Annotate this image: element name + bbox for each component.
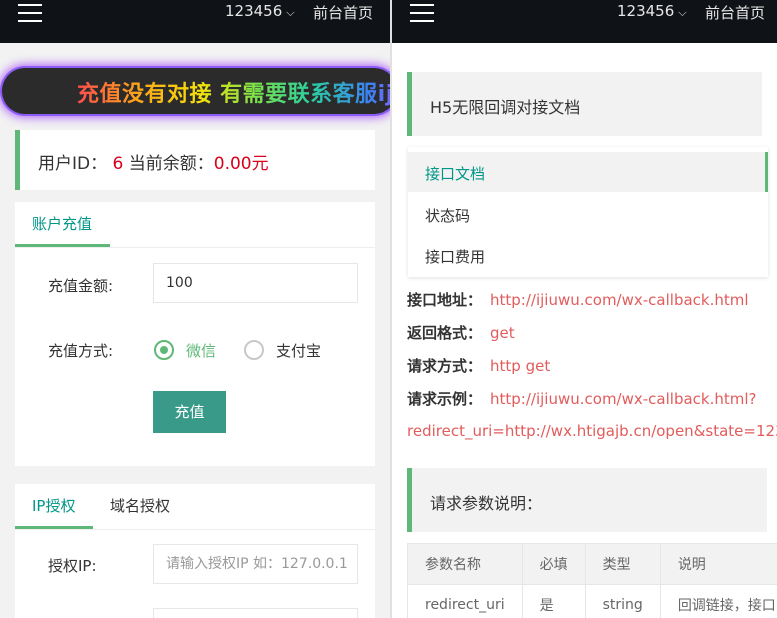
params-title-block: 请求参数说明： [407, 468, 767, 532]
radio-unchecked-icon [244, 340, 264, 360]
radio-checked-icon [154, 340, 174, 360]
request-example-continued: redirect_uri=http://wx.htigajb.cn/open&s… [407, 422, 777, 440]
announcement-marquee: 充值没有对接 有需要联系客服iji [2, 68, 390, 114]
menu-item-label: 状态码 [425, 207, 471, 225]
home-link[interactable]: 前台首页 [313, 2, 373, 23]
cell-required: 是 [521, 584, 586, 618]
balance-value: 0.00元 [213, 154, 269, 174]
left-panel: 123456 ⌵ 前台首页 充值没有对接 有需要联系客服iji 用户ID： 6 当… [0, 0, 390, 618]
request-example-row: 请求示例： http://ijiuwu.com/wx-callback.html? [407, 388, 757, 409]
top-bar: 123456 ⌵ 前台首页 [392, 0, 777, 43]
table-header-row: 参数名称 必填 类型 说明 [407, 543, 777, 585]
cell-name: redirect_uri [407, 584, 523, 618]
params-table: 参数名称 必填 类型 说明 redirect_uri 是 string 回调链接… [407, 543, 777, 618]
auth-card: IP授权 域名授权 授权IP: 请输入授权IP 如：127.0.0.1 [15, 484, 375, 618]
auth-second-input[interactable] [153, 608, 358, 618]
request-example-label: 请求示例： [407, 390, 483, 408]
right-panel: 123456 ⌵ 前台首页 H5无限回调对接文档 接口文档 状态码 接口费用 接口… [392, 0, 777, 618]
tab-active-indicator [15, 526, 93, 529]
doc-title-block: H5无限回调对接文档 [407, 72, 762, 136]
tab-active-indicator [15, 244, 110, 247]
recharge-button[interactable]: 充值 [153, 391, 226, 433]
cell-desc: 回调链接，接口 [659, 584, 777, 618]
request-example-value: http://ijiuwu.com/wx-callback.html? [490, 390, 757, 408]
home-link[interactable]: 前台首页 [705, 2, 765, 23]
amount-input[interactable]: 100 [153, 263, 358, 303]
col-header-name: 参数名称 [407, 543, 523, 585]
params-title: 请求参数说明： [430, 494, 543, 513]
user-info-card: 用户ID： 6 当前余额：0.00元 [15, 130, 375, 190]
auth-tabs: IP授权 域名授权 [15, 484, 375, 530]
chevron-down-icon: ⌵ [678, 6, 687, 19]
menu-item-api-doc[interactable]: 接口文档 [408, 152, 768, 192]
announcement-text: 充值没有对接 有需要联系客服iji [77, 76, 390, 108]
tab-account-recharge[interactable]: 账户充值 [32, 213, 92, 234]
request-method-row: 请求方式： http get [407, 355, 550, 376]
api-url-row: 接口地址： http://ijiuwu.com/wx-callback.html [407, 289, 749, 310]
api-url-label: 接口地址： [407, 291, 483, 309]
table-row: redirect_uri 是 string 回调链接，接口 [407, 584, 777, 618]
api-url-value: http://ijiuwu.com/wx-callback.html [490, 291, 749, 309]
request-method-label: 请求方式： [407, 357, 483, 375]
tab-domain-auth[interactable]: 域名授权 [110, 495, 170, 516]
doc-title: H5无限回调对接文档 [430, 98, 581, 117]
auth-ip-label: 授权IP: [48, 557, 97, 575]
user-info-line: 用户ID： 6 当前余额：0.00元 [38, 149, 269, 174]
method-label: 充值方式: [48, 342, 114, 360]
request-method-value: http get [490, 357, 551, 375]
return-format-row: 返回格式： get [407, 322, 515, 343]
username: 123456 [225, 2, 283, 20]
menu-item-label: 接口费用 [425, 248, 486, 266]
user-id-value: 6 [112, 154, 124, 174]
recharge-card: 账户充值 充值金额: 100 充值方式: 微信 支付宝 充值 [15, 202, 375, 466]
return-format-label: 返回格式： [407, 324, 483, 342]
user-dropdown[interactable]: 123456 ⌵ [617, 2, 687, 20]
menu-item-label: 接口文档 [425, 165, 486, 183]
cell-type: string [584, 584, 661, 618]
return-format-value: get [490, 324, 515, 342]
balance-label: 当前余额： [128, 154, 214, 174]
doc-menu: 接口文档 状态码 接口费用 [408, 147, 768, 277]
tab-ip-auth[interactable]: IP授权 [32, 495, 75, 516]
username: 123456 [617, 2, 675, 20]
col-header-type: 类型 [584, 543, 661, 585]
menu-icon[interactable] [410, 4, 434, 22]
top-bar: 123456 ⌵ 前台首页 [0, 0, 390, 43]
col-header-desc: 说明 [659, 543, 777, 585]
radio-wechat-label: 微信 [186, 342, 217, 360]
menu-item-status-code[interactable]: 状态码 [408, 194, 768, 234]
menu-item-api-fee[interactable]: 接口费用 [408, 235, 768, 275]
radio-alipay-label: 支付宝 [276, 342, 322, 360]
user-dropdown[interactable]: 123456 ⌵ [225, 2, 295, 20]
user-id-label: 用户ID： [38, 154, 108, 174]
auth-ip-input[interactable]: 请输入授权IP 如：127.0.0.1 [153, 544, 358, 584]
chevron-down-icon: ⌵ [286, 6, 295, 19]
col-header-required: 必填 [521, 543, 586, 585]
recharge-tabs: 账户充值 [15, 202, 375, 248]
amount-label: 充值金额: [48, 277, 114, 295]
menu-icon[interactable] [18, 4, 42, 22]
